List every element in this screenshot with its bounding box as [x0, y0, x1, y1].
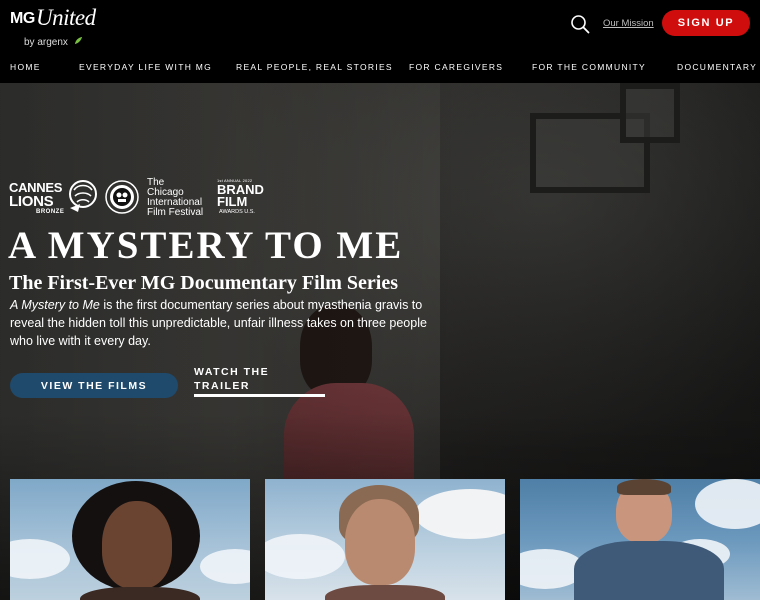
hero-subtitle: The First-Ever MG Documentary Film Serie…	[9, 272, 398, 294]
film-cards-row	[0, 479, 760, 600]
logo-mg-text: MG	[10, 10, 35, 27]
hero-description-italic: A Mystery to Me	[10, 298, 100, 312]
hero-title: A MYSTERY TO ME	[8, 224, 404, 267]
our-mission-link[interactable]: Our Mission	[603, 18, 654, 29]
chicago-festival-award: The Chicago International Film Festival	[147, 178, 203, 218]
film-card-1-face	[102, 501, 172, 589]
film-card-3[interactable]	[520, 479, 760, 600]
sign-up-button[interactable]: SIGN UP	[662, 10, 750, 36]
nav-item-real-people[interactable]: REAL PEOPLE, REAL STORIES	[236, 62, 393, 72]
nav-item-everyday-life[interactable]: EVERYDAY LIFE WITH MG	[79, 62, 212, 72]
brand-film-line4: AWARDS U.S.	[219, 209, 255, 215]
watch-trailer-line2: TRAILER	[194, 380, 250, 392]
watch-trailer-link[interactable]: WATCH THE TRAILER	[194, 365, 325, 397]
film-card-1[interactable]	[10, 479, 250, 600]
film-card-2-face	[345, 499, 415, 585]
leaf-icon	[74, 36, 83, 45]
brand-film-line3: FILM	[217, 194, 248, 209]
search-button[interactable]	[570, 14, 590, 34]
search-icon	[571, 15, 590, 34]
logo-byline: by argenx	[24, 37, 68, 48]
cannes-line2: LIONS	[9, 193, 54, 210]
film-card-2[interactable]	[265, 479, 505, 600]
site-header: MG United by argenx Our Mission SIGN UP …	[0, 0, 760, 83]
mg-united-logo[interactable]: MG United by argenx	[10, 5, 100, 52]
lion-icon	[69, 180, 97, 212]
cannes-line3: BRONZE	[36, 209, 65, 215]
film-card-2-shoulders	[325, 585, 445, 600]
logo-united-text: United	[36, 5, 96, 30]
nav-item-documentary[interactable]: DOCUMENTARY	[677, 62, 757, 72]
film-card-3-shirt	[574, 541, 724, 600]
film-card-3-hair	[617, 479, 671, 495]
nav-item-community[interactable]: FOR THE COMMUNITY	[532, 62, 646, 72]
chicago-festival-seal-icon	[105, 180, 139, 214]
chicago-line4: Film Festival	[147, 207, 204, 218]
main-nav: HOME EVERYDAY LIFE WITH MG REAL PEOPLE, …	[0, 58, 760, 78]
award-laurels: CANNES LIONS BRONZE The Chicago Internat…	[9, 178, 269, 218]
nav-item-home[interactable]: HOME	[10, 62, 41, 72]
film-card-1-shoulders	[80, 587, 200, 600]
nav-item-caregivers[interactable]: FOR CAREGIVERS	[409, 62, 503, 72]
view-the-films-button[interactable]: VIEW THE FILMS	[10, 373, 178, 398]
watch-trailer-line1: WATCH THE	[194, 366, 270, 378]
hero-description: A Mystery to Me is the first documentary…	[10, 296, 440, 350]
hero-background-frame	[620, 83, 680, 143]
